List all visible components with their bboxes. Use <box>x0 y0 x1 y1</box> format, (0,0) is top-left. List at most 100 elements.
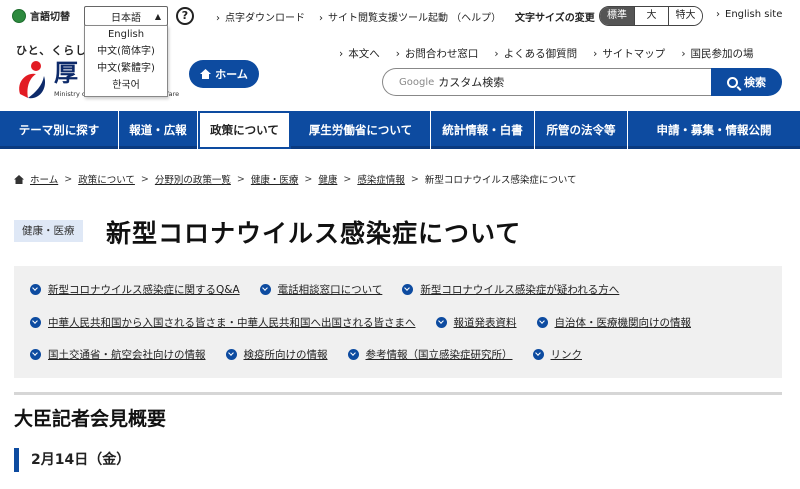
sitemap-link[interactable]: サイトマップ <box>593 46 665 61</box>
caret-up-icon: ▲ <box>154 12 161 21</box>
chevron-right-icon: > <box>343 173 352 185</box>
fontsize-xlarge-button[interactable]: 特大 <box>668 7 702 25</box>
chevron-right-icon: > <box>140 173 149 185</box>
chevron-circle-icon <box>30 317 41 328</box>
link-phone-consult[interactable]: 電話相談窓口について <box>259 282 383 297</box>
search-button-label: 検索 <box>744 76 766 89</box>
fontsize-switcher: 標準 大 特大 <box>599 6 703 26</box>
search-placeholder: カスタム検索 <box>438 76 505 89</box>
fontsize-label: 文字サイズの変更 <box>515 13 595 24</box>
fontsize-large-button[interactable]: 大 <box>634 7 668 25</box>
breadcrumb-link[interactable]: 感染症情報 <box>357 172 405 186</box>
category-tag: 健康・医療 <box>14 220 83 242</box>
language-label-text: 言語切替 <box>30 12 70 23</box>
search-button[interactable]: 検索 <box>711 68 782 96</box>
chevron-circle-icon <box>259 284 271 295</box>
chevron-circle-icon <box>532 349 544 360</box>
globe-icon <box>12 8 26 23</box>
breadcrumb-link[interactable]: 健康 <box>318 172 337 186</box>
utility-bar: 言語切替 日本語 ▲ English 中文(简体字) 中文(繁體字) 한국어 ?… <box>0 0 800 97</box>
link-label: 新型コロナウイルス感染症が疑われる方へ <box>420 284 620 296</box>
nav-item-applications[interactable]: 申請・募集・情報公開 <box>628 111 800 149</box>
search-brand: Google <box>399 76 435 88</box>
language-option[interactable]: 中文(繁體字) <box>85 61 167 77</box>
search-icon <box>727 76 738 88</box>
link-label: 電話相談窓口について <box>277 284 383 296</box>
language-select[interactable]: 日本語 ▲ <box>84 6 168 26</box>
english-site-link[interactable]: English site <box>716 9 782 20</box>
breadcrumb-link[interactable]: ホーム <box>30 172 58 186</box>
language-selected: 日本語 <box>111 12 141 24</box>
link-qa[interactable]: 新型コロナウイルス感染症に関するQ&A <box>30 282 240 297</box>
chevron-circle-icon <box>225 349 237 360</box>
link-press-releases[interactable]: 報道発表資料 <box>435 315 517 330</box>
link-links[interactable]: リンク <box>532 347 583 362</box>
chevron-circle-icon <box>30 349 41 360</box>
section-divider <box>14 392 782 395</box>
links-row: 新型コロナウイルス感染症に関するQ&A 電話相談窓口について 新型コロナウイルス… <box>30 282 639 297</box>
breadcrumb-link[interactable]: 分野別の政策一覧 <box>155 172 231 186</box>
home-icon <box>200 69 212 79</box>
chevron-circle-icon <box>402 284 414 295</box>
language-dropdown: English 中文(简体字) 中文(繁體字) 한국어 <box>84 25 168 97</box>
link-label: 自治体・医療機関向けの情報 <box>554 317 692 329</box>
nav-item-laws[interactable]: 所管の法令等 <box>535 111 628 149</box>
chevron-right-icon: > <box>236 173 245 185</box>
link-label: 報道発表資料 <box>453 317 517 329</box>
links-row: 中華人民共和国から入国される皆さま・中華人民共和国へ出国される皆さまへ 報道発表… <box>30 315 711 330</box>
home-icon <box>14 174 24 184</box>
link-label: 中華人民共和国から入国される皆さま・中華人民共和国へ出国される皆さまへ <box>48 317 416 329</box>
braille-download-link[interactable]: 点字ダウンロード <box>216 9 305 24</box>
links-panel: 新型コロナウイルス感染症に関するQ&A 電話相談窓口について 新型コロナウイルス… <box>14 266 782 378</box>
breadcrumb-current: 新型コロナウイルス感染症について <box>424 175 577 186</box>
skip-to-content-link[interactable]: 本文へ <box>339 46 380 61</box>
breadcrumb-link[interactable]: 政策について <box>78 172 135 186</box>
main-nav: テーマ別に探す 報道・広報 政策について 厚生労働省について 統計情報・白書 所… <box>0 111 800 149</box>
fontsize-standard-button[interactable]: 標準 <box>600 7 634 25</box>
link-china-travelers[interactable]: 中華人民共和国から入国される皆さま・中華人民共和国へ出国される皆さまへ <box>30 315 416 330</box>
contact-link[interactable]: お問合わせ窓口 <box>396 46 479 61</box>
link-label: 検疫所向けの情報 <box>243 349 328 361</box>
language-label: 言語切替 <box>12 8 70 23</box>
links-row: 国土交通省・航空会社向けの情報 検疫所向けの情報 参考情報（国立感染症研究所） … <box>30 347 602 362</box>
chevron-circle-icon <box>30 284 41 295</box>
link-mlit-airlines[interactable]: 国土交通省・航空会社向けの情報 <box>30 347 206 362</box>
faq-link[interactable]: よくある御質問 <box>494 46 578 61</box>
breadcrumb-link[interactable]: 健康・医療 <box>251 172 299 186</box>
nav-item-themes[interactable]: テーマ別に探す <box>0 111 119 149</box>
home-button-label: ホーム <box>215 68 248 81</box>
nav-item-statistics[interactable]: 統計情報・白書 <box>431 111 535 149</box>
page-title: 新型コロナウイルス感染症について <box>106 219 522 248</box>
link-label: 新型コロナウイルス感染症に関するQ&A <box>48 284 240 296</box>
link-local-govt[interactable]: 自治体・医療機関向けの情報 <box>536 315 692 330</box>
chevron-right-icon: > <box>64 173 73 185</box>
section-title: 大臣記者会見概要 <box>14 408 167 430</box>
search-input[interactable]: Google カスタム検索 <box>382 68 712 96</box>
chevron-circle-icon <box>536 317 548 328</box>
language-option[interactable]: 中文(简体字) <box>85 44 167 60</box>
help-icon[interactable]: ? <box>176 7 194 25</box>
link-reference-niid[interactable]: 参考情報（国立感染症研究所） <box>347 347 513 362</box>
language-option[interactable]: 한국어 <box>85 78 167 94</box>
chevron-right-icon: > <box>410 173 419 185</box>
browsing-support-link[interactable]: サイト閲覧支援ツール起動 （ヘルプ） <box>319 9 501 24</box>
home-button[interactable]: ホーム <box>189 60 259 88</box>
link-label: 国土交通省・航空会社向けの情報 <box>48 349 206 361</box>
chevron-right-icon: > <box>304 173 313 185</box>
utility-links: 点字ダウンロード サイト閲覧支援ツール起動 （ヘルプ） <box>216 9 501 24</box>
header-links: 本文へ お問合わせ窓口 よくある御質問 サイトマップ 国民参加の場 <box>339 46 754 61</box>
nav-item-about[interactable]: 厚生労働省について <box>291 111 431 149</box>
language-option[interactable]: English <box>85 27 167 43</box>
link-suspected[interactable]: 新型コロナウイルス感染症が疑われる方へ <box>402 282 619 297</box>
chevron-circle-icon <box>435 317 447 328</box>
nav-item-policy[interactable]: 政策について <box>198 111 291 149</box>
link-label: リンク <box>550 349 583 361</box>
chevron-circle-icon <box>347 349 359 360</box>
link-quarantine[interactable]: 検疫所向けの情報 <box>225 347 328 362</box>
public-participation-link[interactable]: 国民参加の場 <box>681 46 754 61</box>
nav-item-press[interactable]: 報道・広報 <box>119 111 198 149</box>
logo-mark-icon <box>14 58 50 102</box>
date-heading: 2月14日（金） <box>14 448 130 472</box>
breadcrumb: ホーム > 政策について > 分野別の政策一覧 > 健康・医療 > 健康 > 感… <box>14 172 577 186</box>
link-label: 参考情報（国立感染症研究所） <box>365 349 513 361</box>
